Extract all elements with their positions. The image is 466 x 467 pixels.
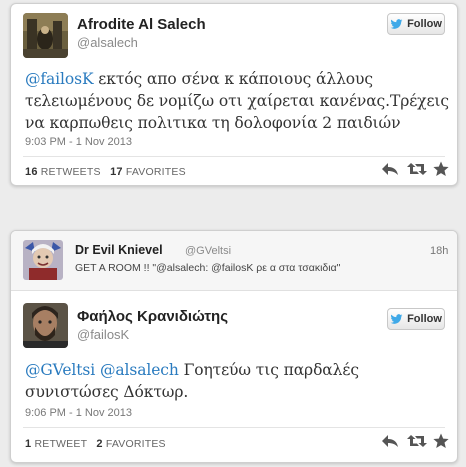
reply-icon[interactable] xyxy=(381,434,399,448)
mention-link[interactable]: @failosK xyxy=(25,70,94,88)
favorite-label[interactable]: FAVORITES xyxy=(106,438,166,450)
favorite-star-icon[interactable] xyxy=(433,433,449,449)
tweet-text: @GVeltsi @alsalech Γοητεύω τις παρδαλές … xyxy=(25,359,450,403)
favorite-count[interactable]: 2 xyxy=(96,438,102,450)
avatar-image xyxy=(23,13,68,58)
tweet-timestamp[interactable]: 9:06 PM - 1 Nov 2013 xyxy=(25,407,132,419)
retweet-icon[interactable] xyxy=(407,434,427,448)
follow-button[interactable]: Follow xyxy=(387,308,445,330)
tweet-stats: 16 RETWEETS 17 FAVORITES xyxy=(25,166,186,178)
parent-avatar[interactable] xyxy=(23,240,63,280)
parent-display-name[interactable]: Dr Evil Knievel xyxy=(75,243,163,257)
follow-button[interactable]: Follow xyxy=(387,13,445,35)
twitter-bird-icon xyxy=(390,18,403,29)
follow-label: Follow xyxy=(407,313,442,325)
parent-time[interactable]: 18h xyxy=(430,245,448,257)
divider xyxy=(23,156,445,157)
parent-handle[interactable]: @GVeltsi xyxy=(185,245,231,257)
display-name[interactable]: Φαήλος Κρανιδιώτης xyxy=(77,308,228,325)
avatar[interactable] xyxy=(23,303,68,348)
user-handle[interactable]: @failosK xyxy=(77,327,129,342)
user-handle[interactable]: @alsalech xyxy=(77,35,138,50)
avatar[interactable] xyxy=(23,13,68,58)
tweet-card-2: Dr Evil Knievel @GVeltsi 18h GET A ROOM … xyxy=(10,230,458,463)
mention-link-gveltsi[interactable]: @GVeltsi xyxy=(25,361,95,379)
favorite-count[interactable]: 17 xyxy=(110,166,123,178)
retweet-label[interactable]: RETWEETS xyxy=(41,166,101,178)
retweet-count[interactable]: 1 xyxy=(25,438,31,450)
avatar-image xyxy=(23,303,68,348)
tweet-card-1: Afrodite Al Salech @alsalech Follow @fai… xyxy=(10,3,458,186)
twitter-bird-icon xyxy=(390,313,403,324)
parent-tweet-text: GET A ROOM !! "@alsalech: @failosK ρε α … xyxy=(75,262,341,274)
mention-link-alsalech[interactable]: @alsalech xyxy=(100,361,179,379)
divider xyxy=(23,427,445,428)
tweet-stats: 1 RETWEET 2 FAVORITES xyxy=(25,438,166,450)
display-name[interactable]: Afrodite Al Salech xyxy=(77,16,206,33)
tweet-text: @failosK εκτός απο σένα κ κάποιους άλλου… xyxy=(25,68,450,134)
retweet-icon[interactable] xyxy=(407,162,427,176)
retweet-label[interactable]: RETWEET xyxy=(34,438,87,450)
tweet-timestamp[interactable]: 9:03 PM - 1 Nov 2013 xyxy=(25,136,132,148)
parent-tweet[interactable]: Dr Evil Knievel @GVeltsi 18h GET A ROOM … xyxy=(11,231,457,291)
reply-icon[interactable] xyxy=(381,162,399,176)
parent-avatar-image xyxy=(23,240,63,280)
favorite-star-icon[interactable] xyxy=(433,161,449,177)
favorite-label[interactable]: FAVORITES xyxy=(126,166,186,178)
retweet-count[interactable]: 16 xyxy=(25,166,38,178)
follow-label: Follow xyxy=(407,18,442,30)
